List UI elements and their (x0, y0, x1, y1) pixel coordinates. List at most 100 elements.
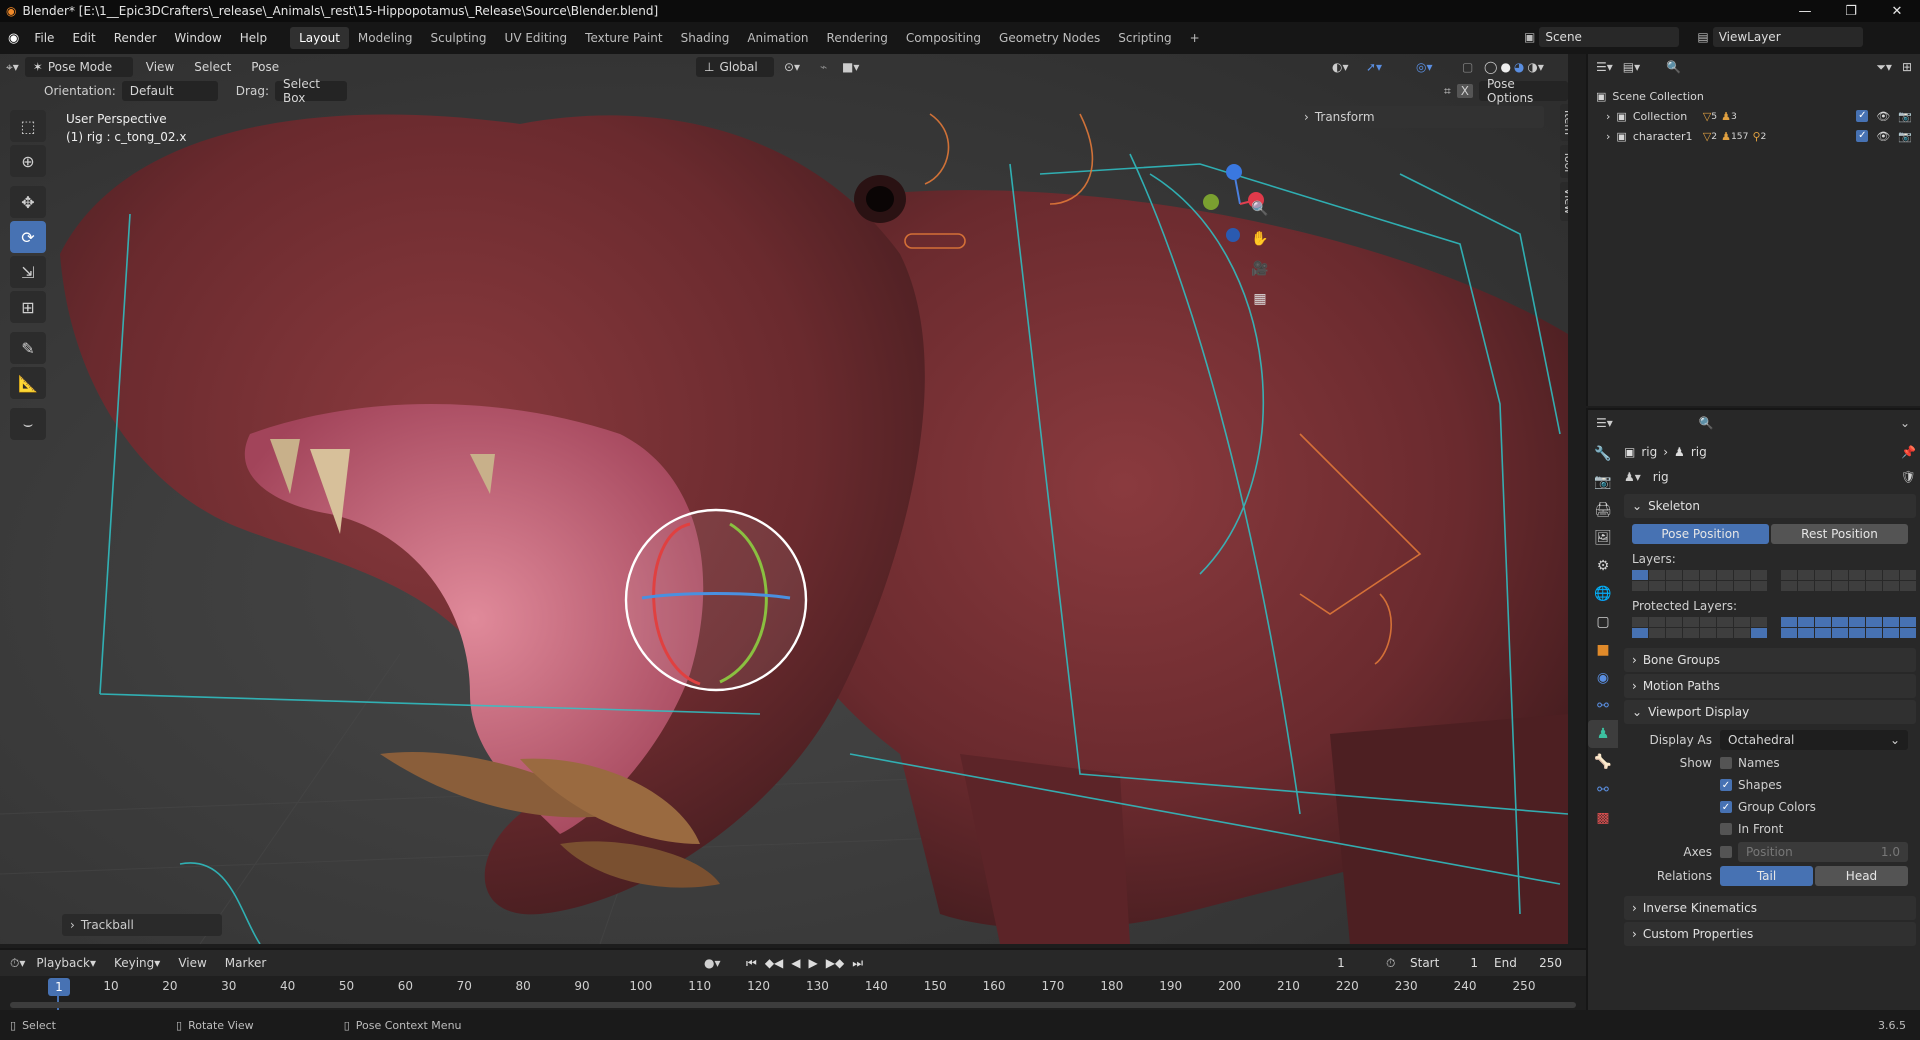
tab-uv-editing[interactable]: UV Editing (496, 27, 577, 49)
rotate-icon[interactable]: ⟳ (10, 221, 46, 253)
axes-position-slider[interactable]: Position 1.0 (1738, 842, 1908, 862)
close-button[interactable]: ✕ (1874, 0, 1920, 22)
tab-tool[interactable]: Tool (1560, 145, 1568, 179)
exclude-checkbox[interactable]: ✓ (1856, 129, 1869, 142)
outliner-editor-icon[interactable]: ☰▾ (1596, 60, 1613, 74)
scene-selector[interactable]: Scene (1539, 27, 1680, 47)
render-tab-icon[interactable]: 📷 (1588, 468, 1618, 496)
group-colors-checkbox[interactable]: ✓ (1720, 801, 1732, 813)
gizmo-toggle-icon[interactable]: ➚▾ (1366, 60, 1382, 74)
armature-data-icon[interactable]: ♟▾ (1624, 470, 1641, 484)
wireframe-shading-icon[interactable]: ◯ (1484, 60, 1497, 74)
outliner-search[interactable]: 🔍 (1660, 57, 1771, 77)
outliner-scene-collection[interactable]: ▣ Scene Collection (1596, 86, 1912, 106)
annotate-icon[interactable]: ✎ (10, 332, 46, 364)
layers-grid[interactable] (1632, 570, 1916, 591)
cursor-icon[interactable]: ⊕ (10, 145, 46, 177)
tab-texture-paint[interactable]: Texture Paint (576, 27, 671, 49)
stopwatch-icon[interactable]: ⏱ (1386, 956, 1395, 971)
custom-properties-panel-header[interactable]: › Custom Properties (1624, 922, 1916, 946)
timeline-editor-icon[interactable]: ⏱▾ (10, 956, 25, 971)
protected-layers-grid[interactable] (1632, 617, 1916, 638)
tab-rendering[interactable]: Rendering (818, 27, 897, 49)
exclude-checkbox[interactable]: ✓ (1856, 109, 1869, 122)
snap-icon[interactable]: ⌁ (820, 60, 827, 74)
bone-envelope-icon[interactable]: ⌣ (10, 408, 46, 440)
menu-window[interactable]: Window (165, 31, 230, 45)
scene-tab-icon[interactable]: ⚙ (1588, 552, 1618, 580)
camera-icon[interactable]: 🎥 (1248, 254, 1272, 284)
jump-keyframe-back-icon[interactable]: ◆◀ (765, 956, 783, 970)
relations-head-button[interactable]: Head (1815, 866, 1908, 886)
menu-select[interactable]: Select (187, 57, 238, 77)
editor-type-icon[interactable]: ⌖▾ (6, 60, 19, 75)
add-workspace-button[interactable]: + (1181, 27, 1209, 49)
menu-playback[interactable]: Playback ▾ (29, 953, 103, 973)
pose-position-button[interactable]: Pose Position (1632, 524, 1769, 544)
tool-settings-tab-icon[interactable]: 🔧 (1588, 440, 1618, 468)
chevron-down-icon[interactable]: ⌄ (1900, 416, 1910, 430)
material-shading-icon[interactable]: ◕ (1514, 60, 1524, 74)
drag-dropdown[interactable]: Select Box (274, 77, 347, 105)
play-reverse-icon[interactable]: ◀ (791, 956, 800, 970)
data-name-field[interactable]: rig (1646, 467, 1895, 487)
show-row-group-colors[interactable]: ✓ Group Colors (1632, 796, 1908, 818)
outliner-row-character1[interactable]: › ▣ character1 ▽ 2 ♟ 157 ⚲ 2 ✓ 👁 📷 (1596, 126, 1912, 146)
properties-editor-icon[interactable]: ☰▾ (1596, 416, 1613, 430)
mirror-icon[interactable]: ⌗ (1444, 84, 1451, 99)
timeline-scrollbar[interactable] (10, 1002, 1576, 1008)
menu-marker[interactable]: Marker (218, 953, 273, 973)
menu-keying[interactable]: Keying ▾ (107, 953, 167, 973)
bone-groups-panel-header[interactable]: › Bone Groups (1624, 648, 1916, 672)
menu-render[interactable]: Render (105, 31, 166, 45)
menu-pose[interactable]: Pose (244, 57, 286, 77)
last-operator-panel[interactable]: › Trackball (62, 914, 222, 936)
jump-start-icon[interactable]: ⏮ (746, 956, 757, 971)
tab-geometry-nodes[interactable]: Geometry Nodes (990, 27, 1109, 49)
display-mode-icon[interactable]: ▤▾ (1623, 60, 1640, 74)
tab-sculpting[interactable]: Sculpting (422, 27, 496, 49)
world-tab-icon[interactable]: 🌐 (1588, 580, 1618, 608)
pose-options-dropdown[interactable]: Pose Options (1479, 77, 1568, 105)
transform-panel[interactable]: › Transform (1296, 106, 1544, 128)
pivot-icon[interactable]: ⊙▾ (784, 60, 800, 74)
new-collection-icon[interactable]: ⊞ (1902, 60, 1912, 74)
orientation-dropdown[interactable]: Default (121, 81, 218, 101)
tab-scripting[interactable]: Scripting (1109, 27, 1180, 49)
maximize-button[interactable]: ❐ (1828, 0, 1874, 22)
tab-compositing[interactable]: Compositing (897, 27, 990, 49)
3d-viewport[interactable]: ⌖▾ ✶ Pose Mode View Select Pose ⊥ Global… (0, 54, 1568, 944)
output-tab-icon[interactable]: 🖨 (1588, 496, 1618, 524)
relations-tail-button[interactable]: Tail (1720, 866, 1813, 886)
minimize-button[interactable]: — (1782, 0, 1828, 22)
measure-icon[interactable]: 📐 (10, 367, 46, 399)
select-box-icon[interactable]: ⬚ (10, 110, 46, 142)
bone-tab-icon[interactable]: 🦴 (1588, 748, 1618, 776)
filter-icon[interactable]: ⏷▾ (1876, 60, 1892, 75)
camera-render-icon[interactable]: 📷 (1898, 130, 1912, 143)
transform-icon[interactable]: ⊞ (10, 291, 46, 323)
move-icon[interactable]: ✥ (10, 186, 46, 218)
outliner-row-collection[interactable]: › ▣ Collection ▽ 5 ♟ 3 ✓ 👁 📷 (1596, 106, 1912, 126)
in-front-checkbox[interactable] (1720, 823, 1732, 835)
menu-timeline-view[interactable]: View (171, 953, 213, 973)
start-frame-field[interactable]: Start 1 (1404, 953, 1484, 973)
inverse-kinematics-panel-header[interactable]: › Inverse Kinematics (1624, 896, 1916, 920)
armature-data-tab-icon[interactable]: ♟ (1588, 720, 1618, 748)
zoom-icon[interactable]: 🔍 (1248, 194, 1272, 224)
eye-icon[interactable]: 👁 (1876, 130, 1890, 143)
mode-selector[interactable]: ✶ Pose Mode (24, 57, 133, 77)
menu-help[interactable]: Help (231, 31, 276, 45)
pin-icon[interactable]: 📌 (1901, 445, 1916, 459)
jump-end-icon[interactable]: ⏭ (852, 956, 863, 971)
camera-render-icon[interactable]: 📷 (1898, 110, 1912, 123)
expand-arrow-icon[interactable]: › (1606, 130, 1610, 143)
tab-animation[interactable]: Animation (738, 27, 817, 49)
bone-constraint-tab-icon[interactable]: ⚯ (1588, 776, 1618, 804)
viewport-display-panel-header[interactable]: ⌄ Viewport Display (1624, 700, 1916, 724)
tab-shading[interactable]: Shading (672, 27, 739, 49)
auto-key-record-icon[interactable]: ●▾ (704, 956, 721, 970)
collection-tab-icon[interactable]: ▢ (1588, 608, 1618, 636)
shapes-checkbox[interactable]: ✓ (1720, 779, 1732, 791)
properties-search[interactable]: 🔍 (1692, 413, 1803, 433)
